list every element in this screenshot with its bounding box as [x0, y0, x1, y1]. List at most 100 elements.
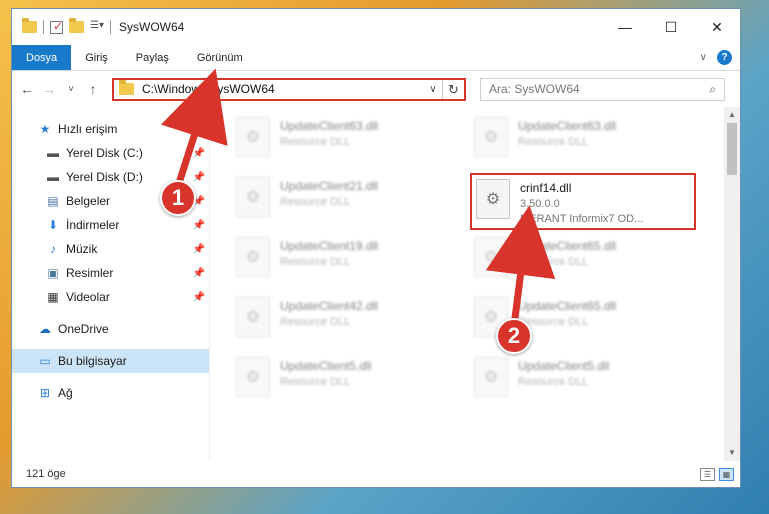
file-list: ⚙ UpdateClient63.dll Resource DLL ⚙ Updat…	[210, 107, 740, 461]
file-name: UpdateClient5.dll	[280, 359, 372, 373]
sidebar-item-label: Videolar	[66, 290, 110, 304]
sidebar-item-label: Müzik	[66, 242, 98, 256]
vertical-scrollbar[interactable]: ▲ ▼	[724, 107, 740, 461]
sidebar-item-label: Yerel Disk (C:)	[66, 146, 143, 160]
file-name: UpdateClient42.dll	[280, 299, 379, 313]
maximize-button[interactable]: ☐	[648, 12, 694, 42]
list-item[interactable]: ⚙ UpdateClient19.dll Resource DLL	[236, 237, 446, 287]
file-type: Resource DLL	[518, 376, 589, 388]
properties-icon[interactable]	[50, 19, 63, 34]
recent-locations-button[interactable]: ˅	[62, 84, 80, 95]
file-name: UpdateClient5.dll	[518, 359, 610, 373]
forward-button[interactable]: →	[40, 81, 58, 97]
back-button[interactable]: ←	[18, 81, 36, 97]
sidebar-item-quick-access[interactable]: ★ Hızlı erişim	[12, 117, 209, 141]
dll-file-icon: ⚙	[236, 177, 270, 217]
file-name: UpdateClient19.dll	[280, 239, 379, 253]
pin-icon[interactable]: 📌	[193, 148, 205, 159]
file-name: UpdateClient21.dll	[280, 179, 379, 193]
tab-home[interactable]: Giriş	[71, 45, 122, 70]
step-1-badge: 1	[160, 180, 196, 216]
sidebar-item-downloads[interactable]: ⬇ İndirmeler 📌	[12, 213, 209, 237]
dll-file-icon: ⚙	[236, 297, 270, 337]
pin-icon[interactable]: 📌	[193, 292, 205, 303]
expand-ribbon-icon[interactable]: ∨	[700, 52, 707, 63]
search-icon[interactable]: ⌕	[709, 82, 716, 97]
drive-icon: ▬	[47, 170, 59, 184]
pin-icon[interactable]: 📌	[193, 172, 205, 183]
documents-icon: ▤	[47, 194, 59, 208]
list-item[interactable]: ⚙ UpdateClient63.dll Resource DLL	[236, 117, 446, 167]
pin-icon[interactable]: 📌	[193, 220, 205, 231]
address-bar[interactable]: C:\Windows\SysWOW64 ∨ ↻	[112, 77, 466, 101]
sidebar-item-pictures[interactable]: ▣ Resimler 📌	[12, 261, 209, 285]
address-path[interactable]: C:\Windows\SysWOW64	[142, 82, 424, 96]
file-name: UpdateClient63.dll	[518, 119, 617, 133]
status-bar: 121 öge ☰ ▦	[12, 461, 740, 487]
ribbon-right: ∨ ?	[700, 45, 740, 70]
separator	[43, 20, 44, 34]
sidebar-item-onedrive[interactable]: ☁ OneDrive	[12, 317, 209, 341]
close-button[interactable]: ✕	[694, 12, 740, 42]
customize-qa-icon[interactable]: ☰▾	[90, 20, 104, 34]
tab-view[interactable]: Görünüm	[183, 45, 257, 70]
sidebar-item-network[interactable]: ⊞ Ağ	[12, 381, 209, 405]
title-bar: ☰▾ SysWOW64 — ☐ ✕	[12, 9, 740, 45]
file-type: Resource DLL	[280, 256, 351, 268]
refresh-icon[interactable]: ↻	[442, 79, 464, 99]
file-type: Resource DLL	[280, 376, 351, 388]
up-button[interactable]: ↑	[84, 81, 102, 97]
scroll-up-icon[interactable]: ▲	[724, 107, 740, 123]
tab-file[interactable]: Dosya	[12, 45, 72, 70]
pin-icon[interactable]: 📌	[193, 268, 205, 279]
sidebar-item-label: İndirmeler	[66, 218, 120, 232]
list-item[interactable]: ⚙ UpdateClient5.dll Resource DLL	[236, 357, 446, 407]
window-controls: — ☐ ✕	[602, 12, 740, 42]
tiles-view-icon[interactable]: ▦	[719, 467, 734, 481]
navigation-bar: ← → ˅ ↑ C:\Windows\SysWOW64 ∨ ↻ Ara: Sys…	[12, 71, 740, 107]
sidebar-item-local-disk-c[interactable]: ▬ Yerel Disk (C:) 📌	[12, 141, 209, 165]
pin-icon[interactable]: 📌	[193, 244, 205, 255]
sidebar-item-music[interactable]: ♪ Müzik 📌	[12, 237, 209, 261]
sidebar-item-this-pc[interactable]: ▭ Bu bilgisayar	[12, 349, 209, 373]
details-view-icon[interactable]: ☰	[700, 467, 715, 481]
dll-file-icon: ⚙	[474, 117, 508, 157]
sidebar-item-label: Belgeler	[66, 194, 111, 208]
music-icon: ♪	[50, 242, 56, 256]
file-type: Resource DLL	[280, 316, 351, 328]
view-switcher: ☰ ▦	[700, 467, 740, 481]
sidebar-item-videos[interactable]: ▦ Videolar 📌	[12, 285, 209, 309]
list-item[interactable]: ⚙ UpdateClient42.dll Resource DLL	[236, 297, 446, 347]
list-item[interactable]: ⚙ UpdateClient65.dll Resource DLL	[474, 237, 684, 287]
file-type: Resource DLL	[518, 256, 589, 268]
list-item[interactable]: ⚙ UpdateClient21.dll Resource DLL	[236, 177, 446, 227]
highlight-box	[470, 173, 696, 230]
file-type: Resource DLL	[280, 196, 351, 208]
dll-file-icon: ⚙	[236, 117, 270, 157]
help-icon[interactable]: ?	[717, 50, 732, 65]
scroll-down-icon[interactable]: ▼	[724, 445, 740, 461]
file-type: Resource DLL	[518, 316, 589, 328]
sidebar-item-label: Hızlı erişim	[58, 122, 118, 136]
window-title: SysWOW64	[119, 20, 185, 34]
minimize-button[interactable]: —	[602, 12, 648, 42]
tab-share[interactable]: Paylaş	[122, 45, 183, 70]
search-input[interactable]: Ara: SysWOW64 ⌕	[480, 77, 725, 101]
star-icon: ★	[39, 122, 51, 136]
scroll-thumb[interactable]	[727, 123, 737, 175]
search-placeholder: Ara: SysWOW64	[489, 82, 580, 96]
sidebar-item-label: Yerel Disk (D:)	[66, 170, 143, 184]
sidebar-item-label: Ağ	[58, 386, 73, 400]
file-name: UpdateClient65.dll	[518, 239, 617, 253]
address-dropdown-icon[interactable]: ∨	[424, 84, 442, 95]
list-item[interactable]: ⚙ UpdateClient63.dll Resource DLL	[474, 117, 684, 167]
new-folder-icon[interactable]	[69, 18, 84, 33]
downloads-icon: ⬇	[47, 218, 59, 232]
sidebar-item-label: Resimler	[66, 266, 114, 280]
cloud-icon: ☁	[39, 322, 51, 336]
network-icon: ⊞	[39, 386, 51, 400]
list-item[interactable]: ⚙ UpdateClient5.dll Resource DLL	[474, 357, 684, 407]
dll-file-icon: ⚙	[474, 237, 508, 277]
